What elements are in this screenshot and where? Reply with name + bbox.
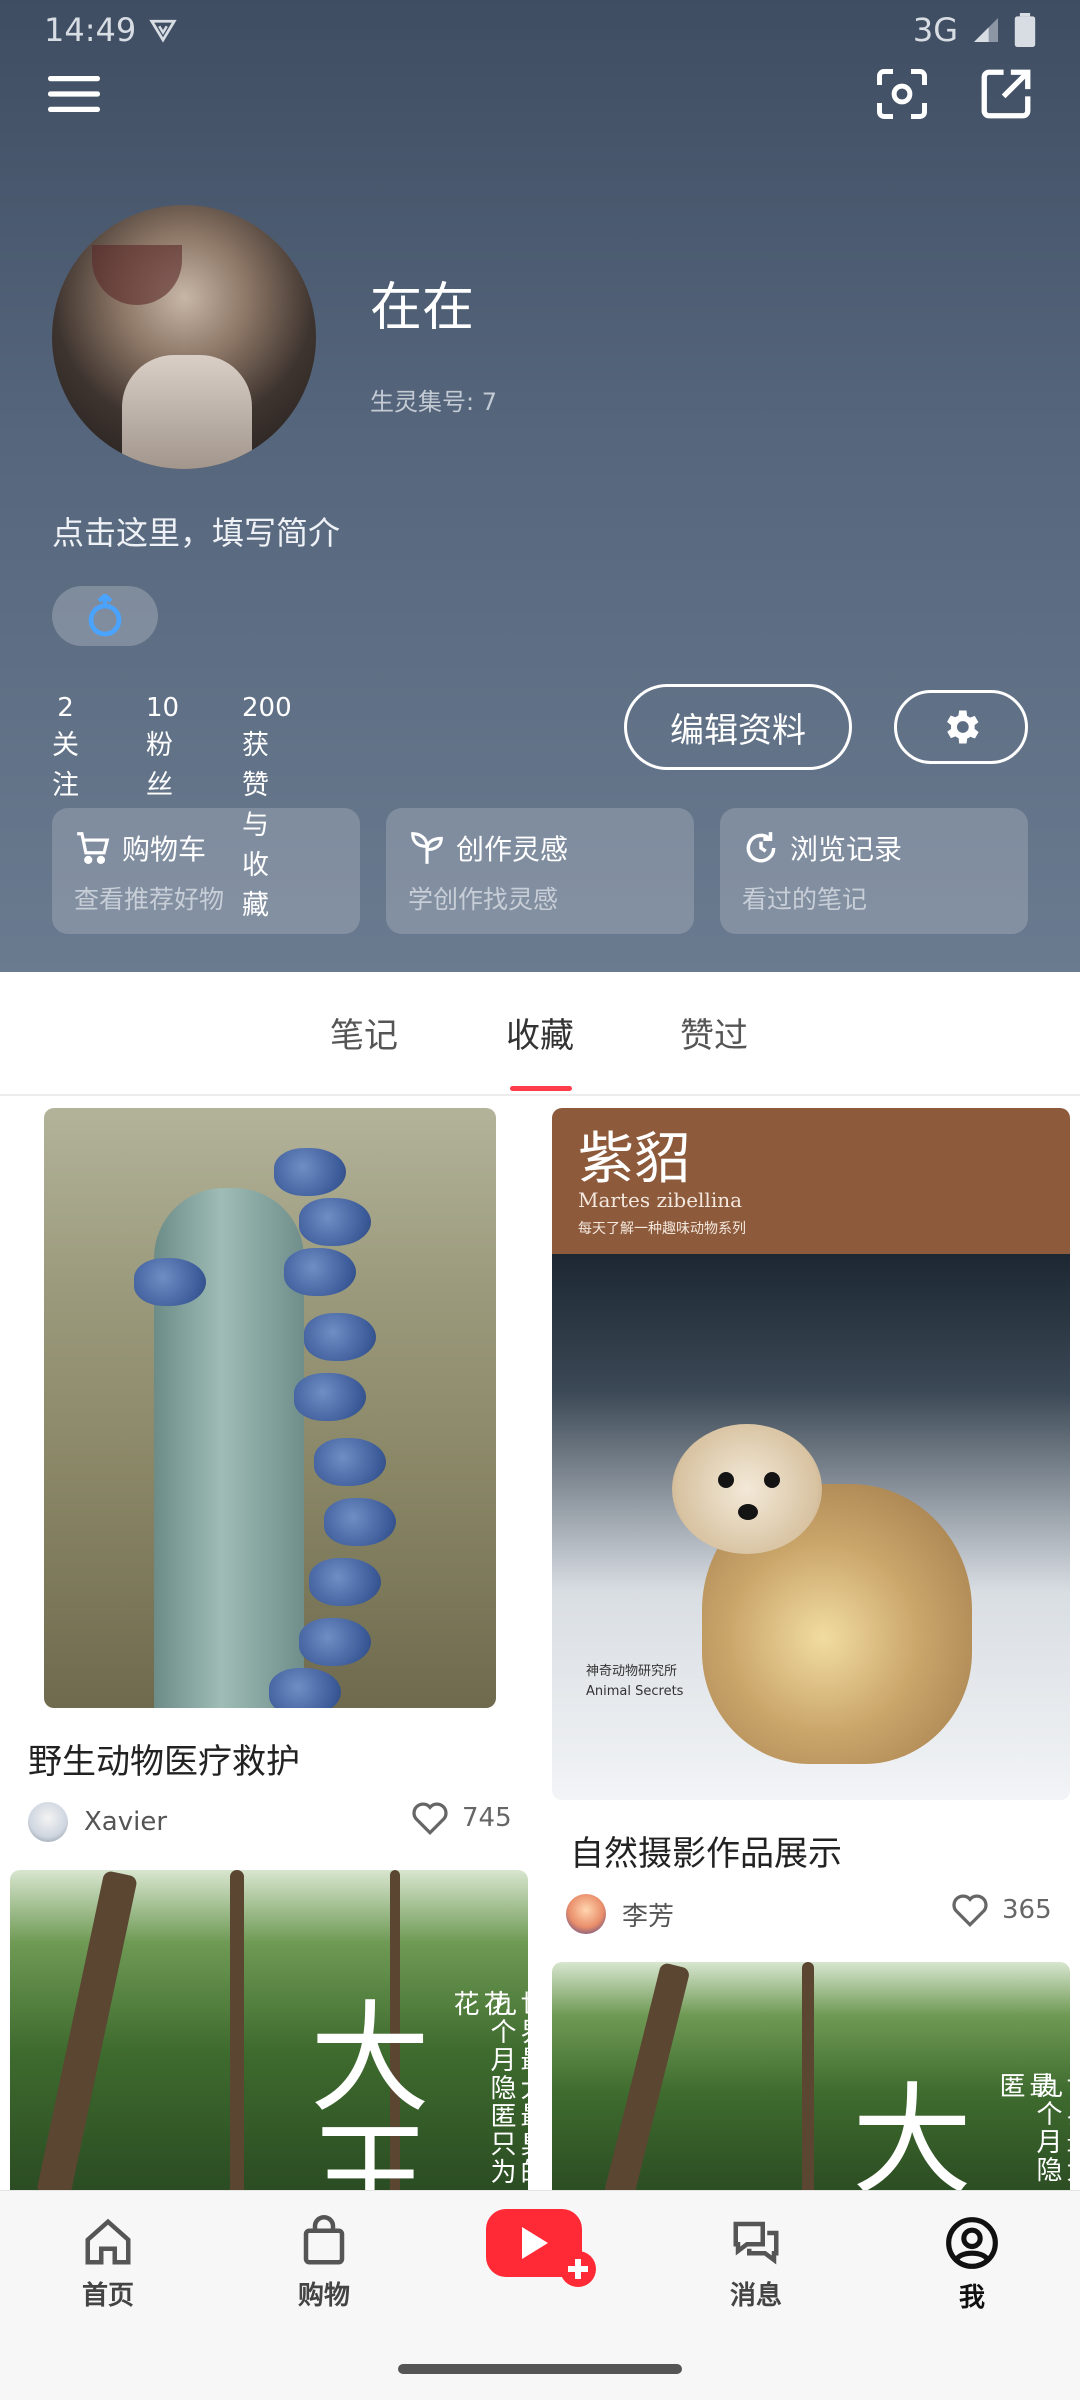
signal-icon: [974, 18, 998, 42]
shortcut-history[interactable]: 浏览记录 看过的笔记: [720, 808, 1028, 934]
heart-icon: [412, 1802, 448, 1836]
home-icon: [85, 2218, 131, 2265]
note-title[interactable]: 自然摄影作品展示: [570, 1826, 842, 1875]
heart-icon: [952, 1894, 988, 1928]
network-type: 3G: [912, 11, 958, 49]
user-id[interactable]: 生灵集号: 7: [370, 382, 497, 417]
note-cover-image[interactable]: 大王 世界最大最臭的花 九个月隐匿只为花: [10, 1870, 528, 2190]
add-video-icon: [486, 2209, 596, 2287]
user-avatar[interactable]: [52, 205, 316, 469]
gender-badge[interactable]: [52, 586, 158, 646]
author-avatar: [28, 1802, 68, 1842]
shortcut-cart[interactable]: 购物车 查看推荐好物: [52, 808, 360, 934]
settings-button[interactable]: [894, 690, 1028, 764]
like-button[interactable]: 745: [410, 1800, 512, 1836]
shortcut-inspiration[interactable]: 创作灵感 学创作找灵感: [386, 808, 694, 934]
vpn-icon: [149, 19, 177, 43]
scan-icon[interactable]: [866, 58, 938, 130]
history-icon: [746, 832, 776, 863]
like-button[interactable]: 365: [950, 1892, 1052, 1928]
status-bar: 14:49 3G: [0, 0, 1080, 60]
note-card[interactable]: 大 世界最大最 九个月隐匿: [552, 1962, 1070, 2190]
profile-header: 14:49 3G 在在 生灵集号: 7 点击这里，填写简介 2 关注 10 粉丝…: [0, 0, 1080, 972]
note-card[interactable]: 大王 世界最大最臭的花 九个月隐匿只为花: [10, 1870, 528, 2190]
cover-headline: 大: [852, 2072, 972, 2191]
home-gesture-bar[interactable]: [398, 2364, 682, 2374]
tab-liked[interactable]: 赞过: [680, 1008, 748, 1057]
author-avatar: [566, 1894, 606, 1934]
nickname: 在在: [370, 278, 475, 338]
gear-icon: [947, 710, 979, 744]
nav-home[interactable]: 首页: [48, 2215, 168, 2312]
cart-icon: [77, 832, 110, 864]
tab-notes[interactable]: 笔记: [330, 1008, 398, 1057]
note-card[interactable]: 野生动物医疗救护 Xavier 745: [28, 1108, 544, 1848]
chat-icon: [733, 2221, 779, 2265]
stat-followers[interactable]: 10 粉丝: [146, 690, 179, 806]
content-tabs: 笔记 收藏 赞过: [0, 972, 1080, 1096]
male-gender-icon: [88, 594, 122, 637]
shopping-bag-icon: [303, 2215, 345, 2265]
note-cover-image[interactable]: 大 世界最大最 九个月隐匿: [552, 1962, 1070, 2190]
publish-button[interactable]: [486, 2207, 596, 2287]
edit-profile-button[interactable]: 编辑资料: [624, 684, 852, 770]
collection-feed[interactable]: 野生动物医疗救护 Xavier 745 大王 世界最大最臭的花 九个月隐匿只为花…: [0, 1098, 1080, 2190]
profile-icon: [946, 2217, 998, 2269]
stat-following[interactable]: 2 关注: [52, 690, 79, 806]
bio-prompt[interactable]: 点击这里，填写简介: [52, 508, 340, 554]
tab-collections[interactable]: 收藏: [506, 1008, 574, 1057]
menu-icon[interactable]: [38, 58, 110, 130]
status-time: 14:49: [44, 11, 137, 49]
nav-messages[interactable]: 消息: [696, 2215, 816, 2312]
note-author[interactable]: Xavier: [28, 1802, 167, 1842]
note-author[interactable]: 李芳: [566, 1894, 674, 1934]
note-cover-image[interactable]: [44, 1108, 496, 1708]
nav-shopping[interactable]: 购物: [264, 2215, 384, 2312]
note-title[interactable]: 野生动物医疗救护: [28, 1734, 300, 1783]
sprout-icon: [411, 832, 443, 864]
note-cover-image[interactable]: 紫貂 Martes zibellina 每天了解一种趣味动物系列 神奇动物研究所…: [552, 1108, 1070, 1800]
note-card[interactable]: 紫貂 Martes zibellina 每天了解一种趣味动物系列 神奇动物研究所…: [552, 1108, 1070, 1938]
nav-me[interactable]: 我: [912, 2215, 1032, 2314]
share-icon[interactable]: [970, 58, 1042, 130]
active-tab-indicator: [510, 1086, 572, 1091]
battery-icon: [1014, 13, 1036, 47]
